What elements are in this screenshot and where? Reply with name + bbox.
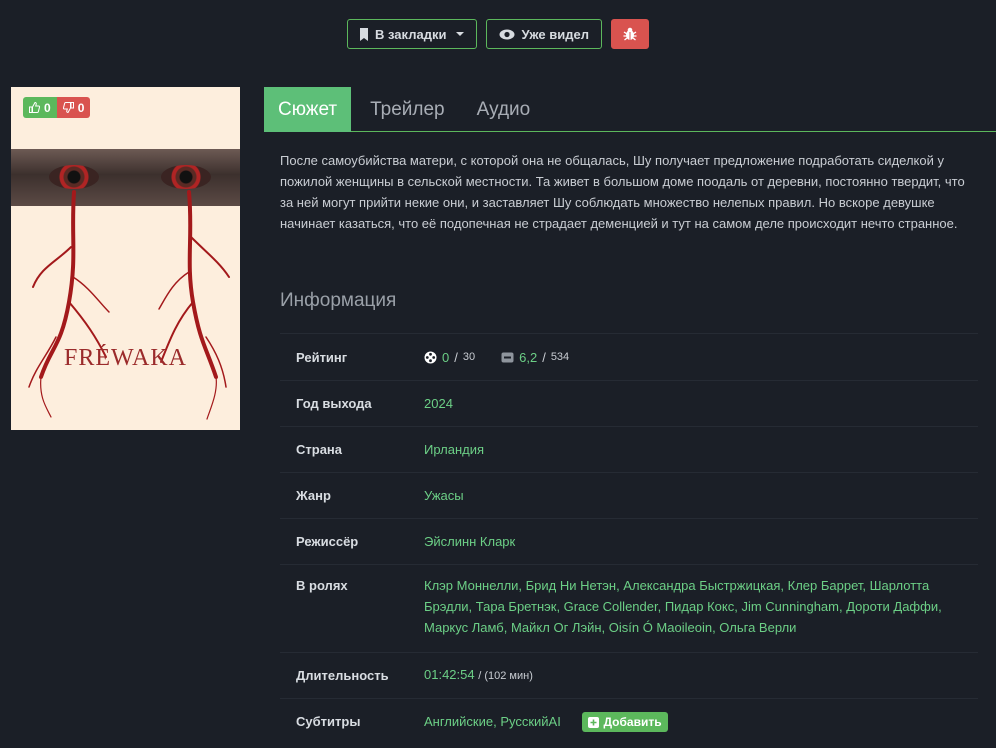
plot-text: После самоубийства матери, с которой она… (280, 153, 965, 231)
duration-minutes: / (102 мин) (478, 670, 533, 682)
table-row: Субтитры Английские, РусскийAI Добавить (280, 698, 978, 744)
director-value[interactable]: Эйслинн Кларк (424, 531, 962, 552)
director-label: Режиссёр (296, 534, 359, 549)
rating-imdb[interactable]: 6,2 / 534 (501, 347, 569, 368)
like-button[interactable]: 0 (23, 97, 57, 118)
subtitles-value: Английские, РусскийAI Добавить (424, 711, 962, 733)
rating-label: Рейтинг (296, 349, 348, 365)
chevron-down-icon (456, 32, 465, 36)
table-row: Длительность 01:42:54 / (102 мин) (280, 652, 978, 698)
duration-value: 01:42:54 / (102 мин) (424, 664, 962, 687)
rating2-votes: 534 (550, 350, 570, 363)
film-reel-icon (424, 351, 437, 364)
dislikes-count: 0 (77, 100, 85, 115)
add-subtitles-button[interactable]: Добавить (582, 712, 668, 733)
bookmark-label: В закладки (375, 26, 447, 42)
rating-values: 0 / 30 6,2 / 534 (424, 347, 962, 368)
rating2-separator: / (542, 349, 546, 365)
genre-value[interactable]: Ужасы (424, 485, 962, 506)
info-table: Рейтинг 0 / 30 6,2 / 534 Год выхода 2024 (280, 333, 978, 744)
poster-blood-veins (28, 190, 230, 420)
cast-value[interactable]: Клэр Моннелли, Брид Ни Нетэн, Александра… (424, 575, 962, 652)
dislike-button[interactable]: 0 (56, 97, 91, 118)
bookmark-button[interactable]: В закладки (347, 19, 478, 49)
rating2-value: 6,2 (519, 349, 538, 365)
table-row: Режиссёр Эйслинн Кларк (280, 518, 978, 564)
year-label: Год выхода (296, 396, 372, 411)
thumbs-up-icon (29, 102, 40, 113)
thumbs-down-icon (62, 102, 74, 113)
year-value[interactable]: 2024 (424, 393, 962, 414)
add-subtitles-label: Добавить (603, 714, 662, 729)
imdb-icon (501, 352, 514, 363)
cast-label: В ролях (296, 578, 348, 593)
info-heading: Информация (280, 290, 397, 311)
poster-title: FRÉWAKA (63, 345, 187, 371)
country-label: Страна (296, 442, 343, 457)
bug-icon (623, 27, 637, 41)
movie-poster[interactable]: FRÉWAKA 0 0 (11, 87, 240, 430)
duration-time: 01:42:54 (424, 667, 475, 682)
eye-icon (499, 29, 515, 40)
seen-label: Уже видел (521, 26, 589, 42)
content-tabs: Сюжет Трейлер Аудио (264, 87, 996, 132)
table-row: Рейтинг 0 / 30 6,2 / 534 (280, 333, 978, 380)
tab-trailer[interactable]: Трейлер (351, 87, 461, 132)
rating1-separator: / (454, 349, 458, 365)
subtitles-label: Субтитры (296, 714, 361, 729)
vote-buttons: 0 0 (23, 97, 91, 118)
country-value[interactable]: Ирландия (424, 439, 962, 460)
table-row: Страна Ирландия (280, 426, 978, 472)
report-bug-button[interactable] (610, 19, 649, 49)
subtitles-list: Английские, РусскийAI (424, 713, 561, 729)
toolbar: В закладки Уже видел (0, 19, 996, 49)
table-row: В ролях Клэр Моннелли, Брид Ни Нетэн, Ал… (280, 564, 978, 652)
genre-label: Жанр (296, 488, 331, 503)
plus-square-icon (588, 716, 600, 728)
duration-label: Длительность (296, 668, 389, 683)
tab-plot[interactable]: Сюжет (264, 87, 352, 132)
tab-audio[interactable]: Аудио (461, 87, 547, 132)
rating1-value: 0 (442, 349, 450, 365)
seen-button[interactable]: Уже видел (486, 19, 602, 49)
rating-kinopoisk[interactable]: 0 / 30 (424, 347, 475, 368)
table-row: Год выхода 2024 (280, 380, 978, 426)
table-row: Жанр Ужасы (280, 472, 978, 518)
rating1-votes: 30 (462, 350, 476, 363)
likes-count: 0 (44, 100, 51, 115)
bookmark-icon (359, 27, 369, 41)
